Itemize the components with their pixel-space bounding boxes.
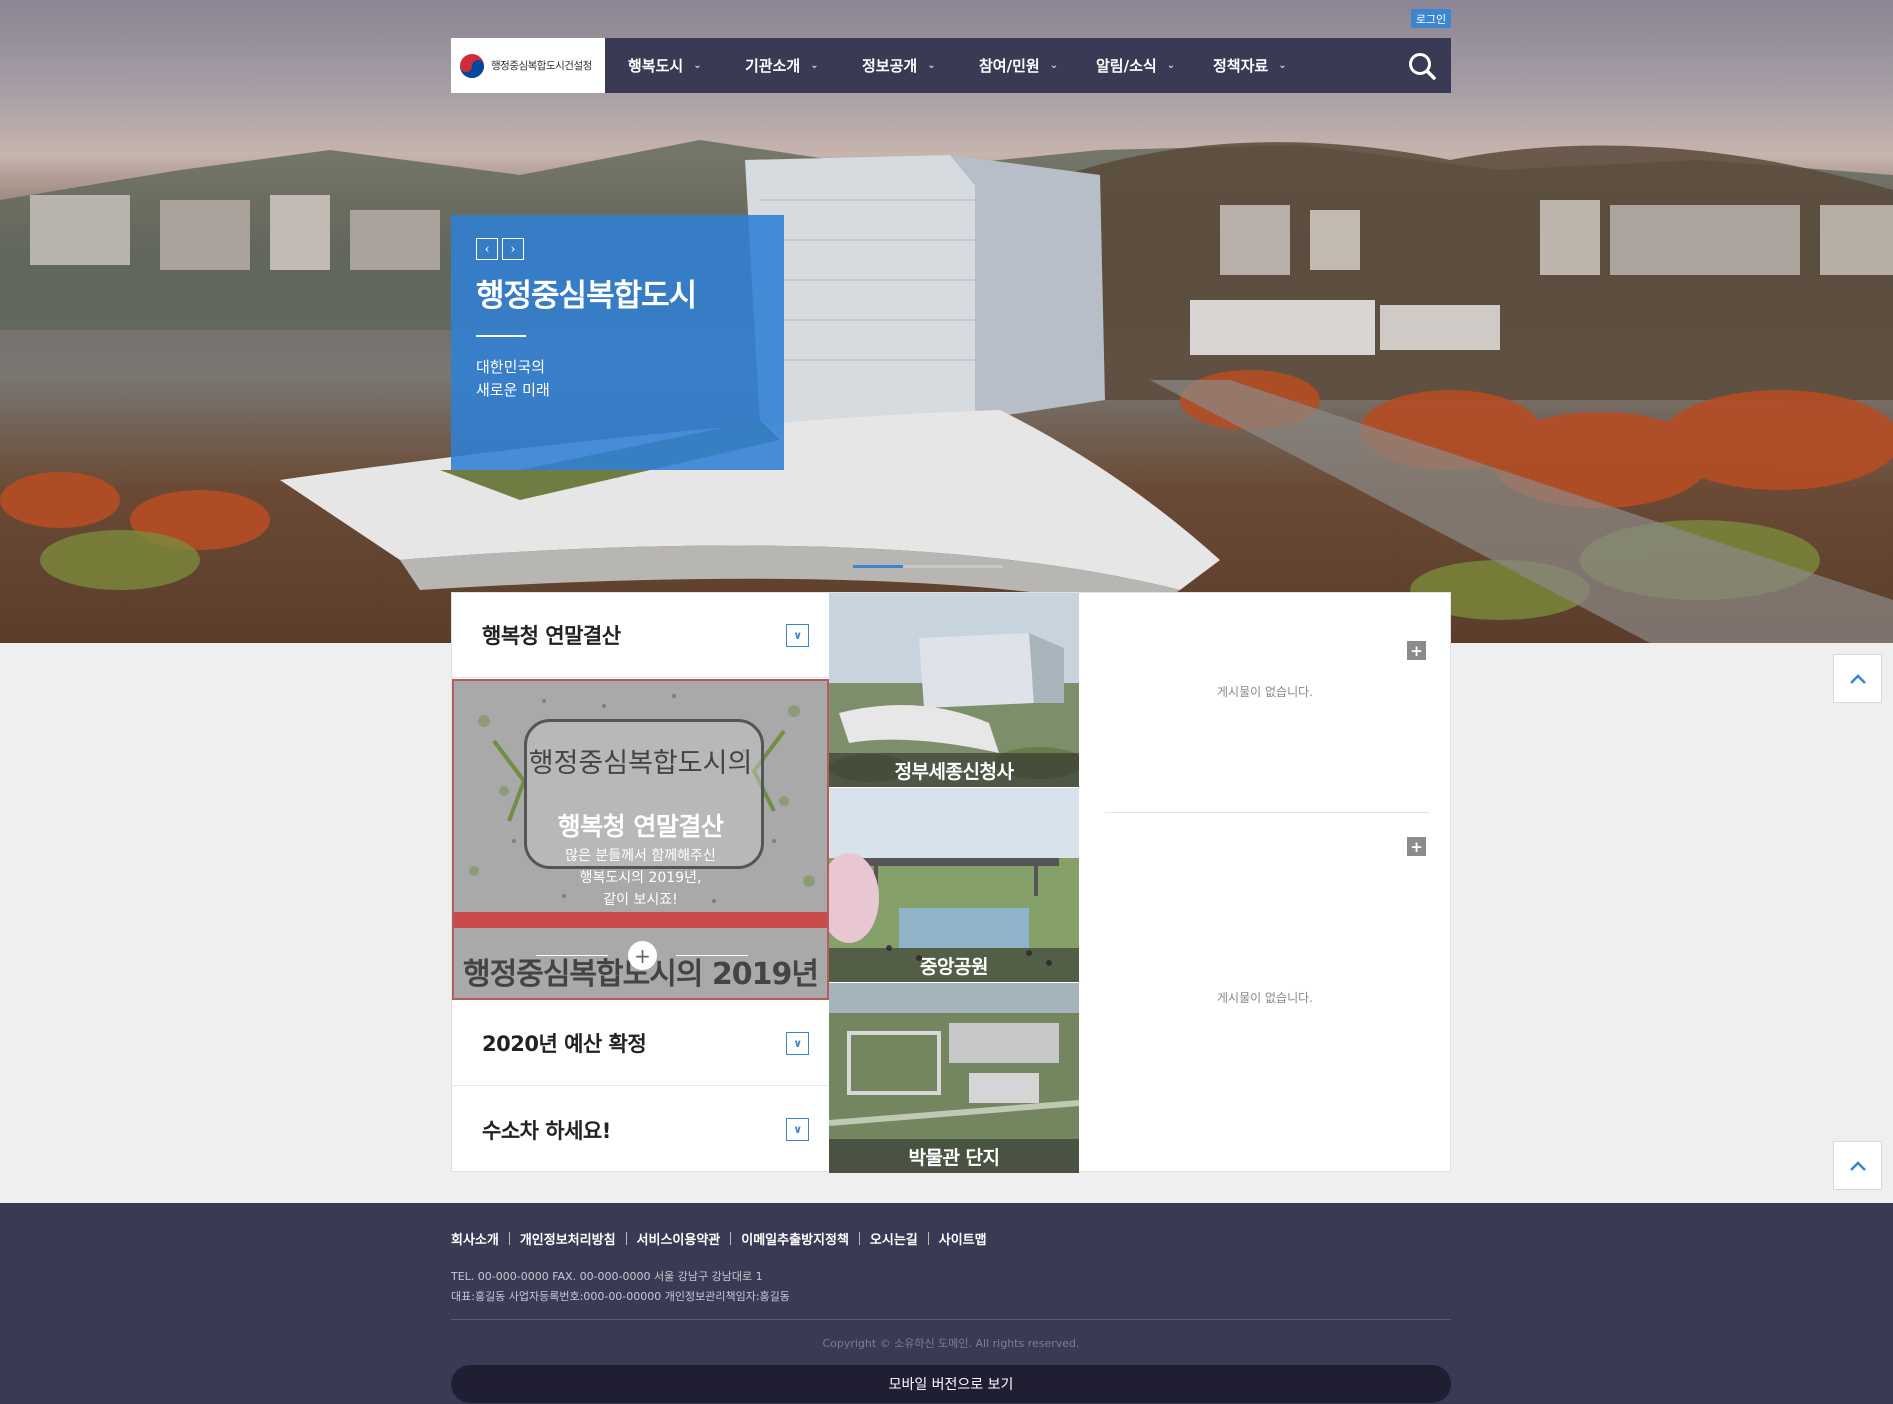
accordion-item-budget[interactable]: 2020년 예산 확정 ∨ (452, 1001, 829, 1086)
footer-links: 회사소개 개인정보처리방침 서비스이용약관 이메일추출방지정책 오시는길 사이트… (451, 1229, 987, 1248)
footer-info: TEL. 00-000-0000 FAX. 00-000-0000 서울 강남구… (451, 1267, 790, 1307)
accordion-title: 행복청 연말결산 (482, 624, 621, 648)
link-separator (927, 1232, 929, 1245)
menu-label: 정책자료 (1213, 57, 1269, 75)
handwriting-text: 행정중심복합도시의 (528, 748, 753, 779)
menu-label: 행복도시 (628, 57, 684, 75)
menu-item-happy-city[interactable]: 행복도시 ⌄ (628, 55, 745, 76)
scroll-top-button[interactable] (1833, 654, 1882, 703)
landmark-tiles: 정부세종신청사 중앙공원 박물관 단지 (829, 593, 1079, 1173)
board-area: + 게시물이 없습니다. + 게시물이 없습니다. (1079, 593, 1451, 1173)
chevron-down-icon: ⌄ (810, 60, 819, 71)
footer-link-email-policy[interactable]: 이메일추출방지정책 (741, 1229, 849, 1248)
menu-item-policy[interactable]: 정책자료 ⌄ (1213, 55, 1330, 76)
slide-indicators (853, 565, 1003, 568)
menu-label: 정보공개 (862, 57, 918, 75)
chevron-down-icon: ⌄ (1049, 60, 1059, 71)
visual-subtitle: 대한민국의 새로운 미래 (476, 356, 676, 402)
taegeuk-emblem-icon (460, 53, 484, 78)
search-icon[interactable] (1407, 51, 1437, 81)
news-accordion: 행복청 연말결산 ∨ 행정중심복합도시의 행정중심복합도시의 2019년 행복청… (452, 593, 829, 1173)
footer-link-privacy[interactable]: 개인정보처리방침 (520, 1229, 616, 1248)
copyright: Copyright © 소유하신 도메인. All rights reserve… (822, 1337, 1080, 1350)
featured-title: 행복청 연말결산 (557, 812, 724, 841)
main-visual: 로그인 행정중심복합도시건설청 행복도시 ⌄ 기관소개 ⌄ 정보공개 ⌄ 참여/민원 ⌄… (0, 0, 1893, 643)
menu-item-about[interactable]: 기관소개 ⌄ (745, 55, 862, 76)
menu-item-news[interactable]: 알림/소식 ⌄ (1096, 55, 1213, 76)
site-logo[interactable]: 행정중심복합도시건설청 (451, 38, 605, 93)
slide-controls: ‹ › (476, 238, 759, 260)
chevron-down-icon[interactable]: ∨ (786, 624, 809, 647)
chevron-down-icon: ⌄ (927, 60, 936, 71)
login-button[interactable]: 로그인 (1411, 9, 1451, 28)
footer-divider (451, 1319, 1451, 1320)
slide-indicator-active[interactable] (853, 565, 903, 568)
accordion-item-hydrogen-car[interactable]: 수소차 하세요! ∨ (452, 1087, 829, 1172)
chevron-down-icon: ⌄ (1278, 60, 1287, 71)
accordion-title: 수소차 하세요! (482, 1118, 611, 1143)
tile-museum-complex[interactable]: 박물관 단지 (829, 983, 1079, 1173)
chevron-up-icon (1849, 673, 1866, 684)
global-navigation: 행정중심복합도시건설청 행복도시 ⌄ 기관소개 ⌄ 정보공개 ⌄ 참여/민원 ⌄ 알림/… (451, 38, 1451, 93)
chevron-down-icon[interactable]: ∨ (786, 1118, 809, 1141)
scroll-top-button[interactable] (1833, 1141, 1882, 1190)
footer-link-directions[interactable]: 오시는길 (870, 1229, 918, 1248)
tile-central-park[interactable]: 중앙공원 (829, 788, 1079, 982)
subtitle-line: 새로운 미래 (476, 381, 550, 399)
visual-caption-box: ‹ › 행정중심복합도시 대한민국의 새로운 미래 (451, 215, 784, 470)
more-button[interactable]: + (628, 941, 657, 970)
site-footer: 회사소개 개인정보처리방침 서비스이용약관 이메일추출방지정책 오시는길 사이트… (0, 1203, 1893, 1404)
board-empty-message: 게시물이 없습니다. (1217, 991, 1313, 1005)
next-slide-button[interactable]: › (502, 238, 524, 260)
link-separator (625, 1232, 627, 1245)
board-empty-message: 게시물이 없습니다. (1217, 685, 1313, 699)
link-separator (858, 1232, 860, 1245)
divider-line (676, 955, 748, 956)
featured-news-image[interactable]: 행정중심복합도시의 행정중심복합도시의 2019년 행복청 연말결산 많은 분들… (452, 679, 829, 1000)
description-line: 행복도시의 2019년, (579, 870, 702, 886)
main-content: 행복청 연말결산 ∨ 행정중심복합도시의 행정중심복합도시의 2019년 행복청… (451, 592, 1451, 1173)
description-line: 같이 보시죠! (603, 892, 678, 908)
menu-label: 참여/민원 (979, 57, 1040, 75)
board-more-button[interactable]: + (1407, 641, 1426, 660)
board-more-button[interactable]: + (1407, 837, 1426, 856)
tile-label: 정부세종신청사 (829, 753, 1079, 787)
slide-indicator[interactable] (953, 565, 1003, 568)
main-menu: 행복도시 ⌄ 기관소개 ⌄ 정보공개 ⌄ 참여/민원 ⌄ 알림/소식 ⌄ 정책자료 ⌄ (628, 55, 1330, 76)
description-line: 많은 분들께서 함께해주신 (565, 848, 716, 864)
company-line: 대표:홍길동 사업자등록번호:000-00-00000 개인정보관리책임자:홍길… (451, 1290, 790, 1303)
chevron-up-icon (1849, 1160, 1866, 1171)
accordion-title: 2020년 예산 확정 (482, 1032, 647, 1056)
tile-label: 박물관 단지 (829, 1139, 1079, 1173)
featured-description: 많은 분들께서 함께해주신 행복도시의 2019년, 같이 보시죠! (454, 845, 827, 911)
footer-link-terms[interactable]: 서비스이용약관 (637, 1229, 721, 1248)
chevron-down-icon: ⌄ (693, 60, 702, 71)
hero-image (0, 140, 1893, 643)
slide-indicator[interactable] (903, 565, 953, 568)
title-divider (476, 335, 526, 337)
subtitle-line: 대한민국의 (476, 358, 546, 376)
accordion-item-year-end[interactable]: 행복청 연말결산 ∨ (452, 593, 829, 678)
link-separator (730, 1232, 732, 1245)
board-divider (1105, 812, 1429, 813)
menu-item-disclosure[interactable]: 정보공개 ⌄ (862, 55, 979, 76)
mobile-version-button[interactable]: 모바일 버전으로 보기 (451, 1365, 1451, 1403)
menu-label: 알림/소식 (1096, 57, 1157, 75)
menu-item-participation[interactable]: 참여/민원 ⌄ (979, 55, 1096, 76)
footer-link-sitemap[interactable]: 사이트맵 (939, 1229, 987, 1248)
menu-label: 기관소개 (745, 57, 801, 75)
visual-title: 행정중심복합도시 (476, 278, 697, 314)
red-band (454, 912, 827, 928)
chevron-down-icon[interactable]: ∨ (786, 1032, 809, 1055)
prev-slide-button[interactable]: ‹ (476, 238, 498, 260)
tile-government-complex[interactable]: 정부세종신청사 (829, 593, 1079, 787)
footer-link-about[interactable]: 회사소개 (451, 1229, 499, 1248)
divider-line (536, 955, 608, 956)
tile-label: 중앙공원 (829, 948, 1079, 982)
link-separator (508, 1232, 510, 1245)
logo-text: 행정중심복합도시건설청 (491, 60, 592, 72)
contact-line: TEL. 00-000-0000 FAX. 00-000-0000 서울 강남구… (451, 1270, 763, 1283)
chevron-down-icon: ⌄ (1166, 60, 1176, 71)
